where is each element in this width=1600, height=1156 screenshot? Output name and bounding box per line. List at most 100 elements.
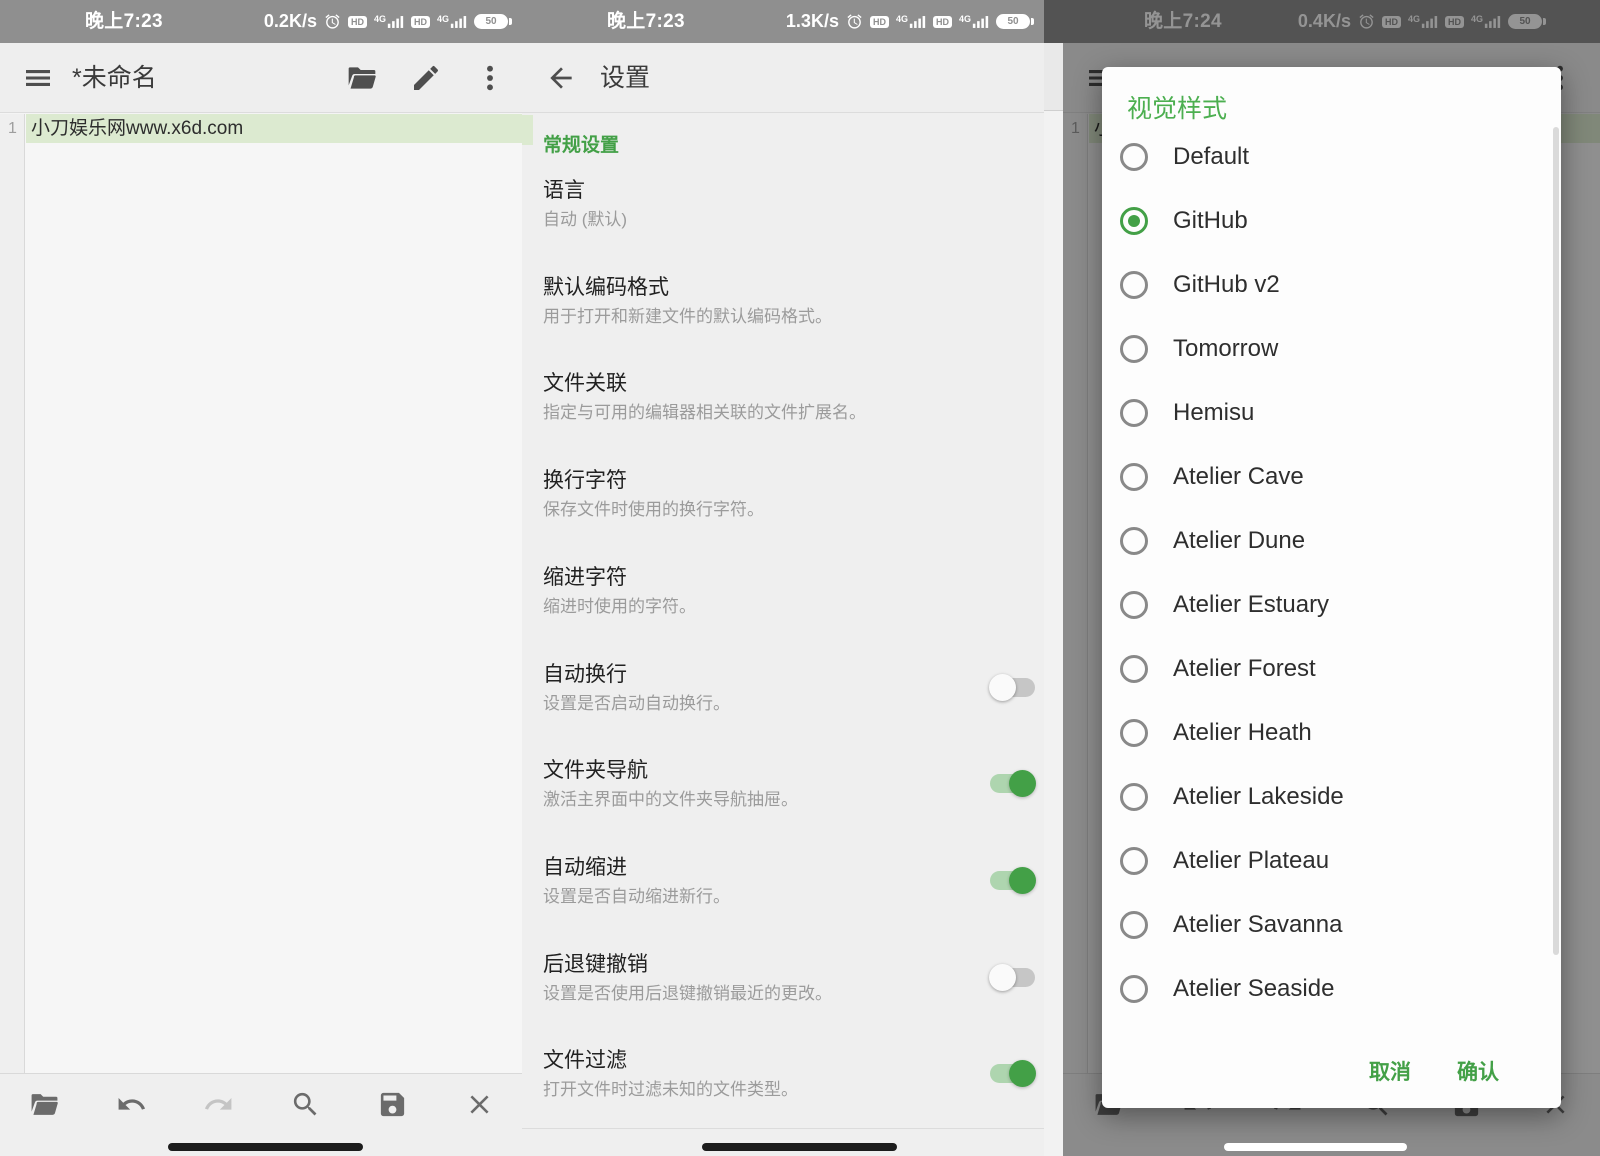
style-option-atelier-plateau[interactable]: Atelier Plateau bbox=[1102, 829, 1553, 893]
editor-line-text[interactable]: 小刀娱乐网www.x6d.com bbox=[26, 114, 522, 143]
open-folder-icon[interactable] bbox=[346, 62, 378, 94]
settings-item-title: 缩进字符 bbox=[543, 564, 627, 592]
settings-item-3[interactable]: 文件关联指定与可用的编辑器相关联的文件扩展名。 bbox=[522, 370, 1044, 466]
editor-screen: 晚上7:23 0.2K/sHD4GHD4G50 *未命名 小刀娱乐网www.x6… bbox=[0, 0, 522, 1156]
signal-4g-icon: 4G bbox=[959, 15, 989, 29]
status-icons: 1.3K/sHD4GHD4G50 bbox=[786, 0, 1030, 43]
style-option-atelier-heath[interactable]: Atelier Heath bbox=[1102, 701, 1553, 765]
undo-icon[interactable] bbox=[116, 1089, 147, 1120]
app-bar: *未命名 bbox=[0, 43, 522, 113]
hamburger-menu-icon[interactable] bbox=[22, 62, 54, 94]
active-line-highlight[interactable]: 小刀娱乐网www.x6d.com bbox=[26, 114, 522, 143]
radio-icon[interactable] bbox=[1120, 847, 1148, 875]
toggle-thumb bbox=[1009, 770, 1036, 797]
gesture-bar[interactable] bbox=[1224, 1143, 1407, 1151]
style-option-label: Tomorrow bbox=[1173, 317, 1278, 381]
save-icon[interactable] bbox=[377, 1089, 408, 1120]
style-option-atelier-seaside[interactable]: Atelier Seaside bbox=[1102, 957, 1553, 1021]
radio-icon[interactable] bbox=[1120, 783, 1148, 811]
style-option-atelier-forest[interactable]: Atelier Forest bbox=[1102, 637, 1553, 701]
radio-icon[interactable] bbox=[1120, 591, 1148, 619]
style-option-label: Atelier Lakeside bbox=[1173, 765, 1344, 829]
radio-icon[interactable] bbox=[1120, 527, 1148, 555]
radio-icon[interactable] bbox=[1120, 399, 1148, 427]
hd-badge-icon: HD bbox=[411, 16, 430, 28]
style-option-atelier-lakeside[interactable]: Atelier Lakeside bbox=[1102, 765, 1553, 829]
settings-item-desc: 缩进时使用的字符。 bbox=[543, 595, 974, 619]
gesture-bar[interactable] bbox=[702, 1143, 897, 1151]
settings-item-1[interactable]: 语言自动 (默认) bbox=[522, 177, 1044, 273]
style-option-atelier-estuary[interactable]: Atelier Estuary bbox=[1102, 573, 1553, 637]
style-option-label: Atelier Cave bbox=[1173, 445, 1304, 509]
open-folder-icon[interactable] bbox=[29, 1089, 60, 1120]
radio-selected-icon[interactable] bbox=[1120, 207, 1148, 235]
cancel-button[interactable]: 取消 bbox=[1369, 1056, 1411, 1086]
style-option-github[interactable]: GitHub bbox=[1102, 189, 1553, 253]
toggle-switch[interactable] bbox=[989, 1060, 1036, 1087]
status-bar: 晚上7:23 0.2K/sHD4GHD4G50 bbox=[0, 0, 522, 43]
style-option-default[interactable]: Default bbox=[1102, 125, 1553, 189]
settings-item-title: 语言 bbox=[543, 177, 585, 205]
settings-item-title: 文件关联 bbox=[543, 370, 627, 398]
settings-item-title: 文件夹导航 bbox=[543, 757, 648, 785]
pencil-icon[interactable] bbox=[410, 62, 442, 94]
kebab-menu-icon[interactable] bbox=[474, 62, 506, 94]
radio-icon[interactable] bbox=[1120, 463, 1148, 491]
toggle-switch[interactable] bbox=[989, 867, 1036, 894]
settings-item-4[interactable]: 换行字符保存文件时使用的换行字符。 bbox=[522, 467, 1044, 563]
radio-icon[interactable] bbox=[1120, 143, 1148, 171]
style-option-github-v2[interactable]: GitHub v2 bbox=[1102, 253, 1553, 317]
confirm-button[interactable]: 确认 bbox=[1457, 1056, 1499, 1086]
settings-screen: 晚上7:23 1.3K/sHD4GHD4G50 设置 常规设置 语言自动 (默认… bbox=[522, 0, 1044, 1156]
style-option-hemisu[interactable]: Hemisu bbox=[1102, 381, 1553, 445]
style-option-label: GitHub bbox=[1173, 189, 1248, 253]
page-title: 设置 bbox=[600, 43, 650, 113]
style-option-label: Default bbox=[1173, 125, 1249, 189]
alarm-clock-icon bbox=[846, 13, 863, 30]
settings-item-9[interactable]: 后退键撤销设置是否使用后退键撤销最近的更改。 bbox=[522, 951, 1044, 1047]
settings-item-8[interactable]: 自动缩进设置是否自动缩进新行。 bbox=[522, 854, 1044, 950]
status-icons: 0.2K/sHD4GHD4G50 bbox=[264, 0, 508, 43]
radio-icon[interactable] bbox=[1120, 975, 1148, 1003]
divider bbox=[522, 1128, 1044, 1129]
style-option-label: Hemisu bbox=[1173, 381, 1254, 445]
toggle-switch[interactable] bbox=[989, 964, 1036, 991]
transition-sliver bbox=[522, 115, 533, 145]
signal-4g-icon: 4G bbox=[374, 15, 404, 29]
toggle-switch[interactable] bbox=[989, 770, 1036, 797]
settings-item-6[interactable]: 自动换行设置是否启动自动换行。 bbox=[522, 661, 1044, 757]
settings-item-title: 文件过滤 bbox=[543, 1047, 627, 1075]
network-speed: 1.3K/s bbox=[786, 11, 839, 32]
back-arrow-icon[interactable] bbox=[545, 62, 577, 94]
settings-item-title: 后退键撤销 bbox=[543, 951, 648, 979]
radio-icon[interactable] bbox=[1120, 719, 1148, 747]
radio-icon[interactable] bbox=[1120, 655, 1148, 683]
style-option-label: Atelier Forest bbox=[1173, 637, 1316, 701]
edge-sliver bbox=[1044, 43, 1063, 1156]
redo-icon[interactable] bbox=[203, 1089, 234, 1120]
editor-area[interactable]: 小刀娱乐网www.x6d.com 1 bbox=[0, 114, 522, 1073]
radio-icon[interactable] bbox=[1120, 335, 1148, 363]
radio-icon[interactable] bbox=[1120, 911, 1148, 939]
close-icon[interactable] bbox=[464, 1089, 495, 1120]
style-option-tomorrow[interactable]: Tomorrow bbox=[1102, 317, 1553, 381]
style-option-atelier-dune[interactable]: Atelier Dune bbox=[1102, 509, 1553, 573]
style-option-atelier-savanna[interactable]: Atelier Savanna bbox=[1102, 893, 1553, 957]
settings-item-desc: 打开文件时过滤未知的文件类型。 bbox=[543, 1078, 974, 1102]
settings-item-2[interactable]: 默认编码格式用于打开和新建文件的默认编码格式。 bbox=[522, 274, 1044, 370]
style-option-label: Atelier Seaside bbox=[1173, 957, 1334, 1021]
search-icon[interactable] bbox=[290, 1089, 321, 1120]
signal-4g-icon: 4G bbox=[437, 15, 467, 29]
toggle-thumb bbox=[1009, 867, 1036, 894]
radio-icon[interactable] bbox=[1120, 271, 1148, 299]
toggle-switch[interactable] bbox=[989, 674, 1036, 701]
settings-item-7[interactable]: 文件夹导航激活主界面中的文件夹导航抽屉。 bbox=[522, 757, 1044, 853]
style-option-atelier-cave[interactable]: Atelier Cave bbox=[1102, 445, 1553, 509]
gesture-bar[interactable] bbox=[168, 1143, 363, 1151]
settings-item-5[interactable]: 缩进字符缩进时使用的字符。 bbox=[522, 564, 1044, 660]
dialog-scrollbar[interactable] bbox=[1553, 127, 1559, 955]
style-option-label: GitHub v2 bbox=[1173, 253, 1280, 317]
app-bar: 设置 bbox=[522, 43, 1044, 113]
settings-item-desc: 自动 (默认) bbox=[543, 208, 974, 232]
settings-item-title: 默认编码格式 bbox=[543, 274, 669, 302]
